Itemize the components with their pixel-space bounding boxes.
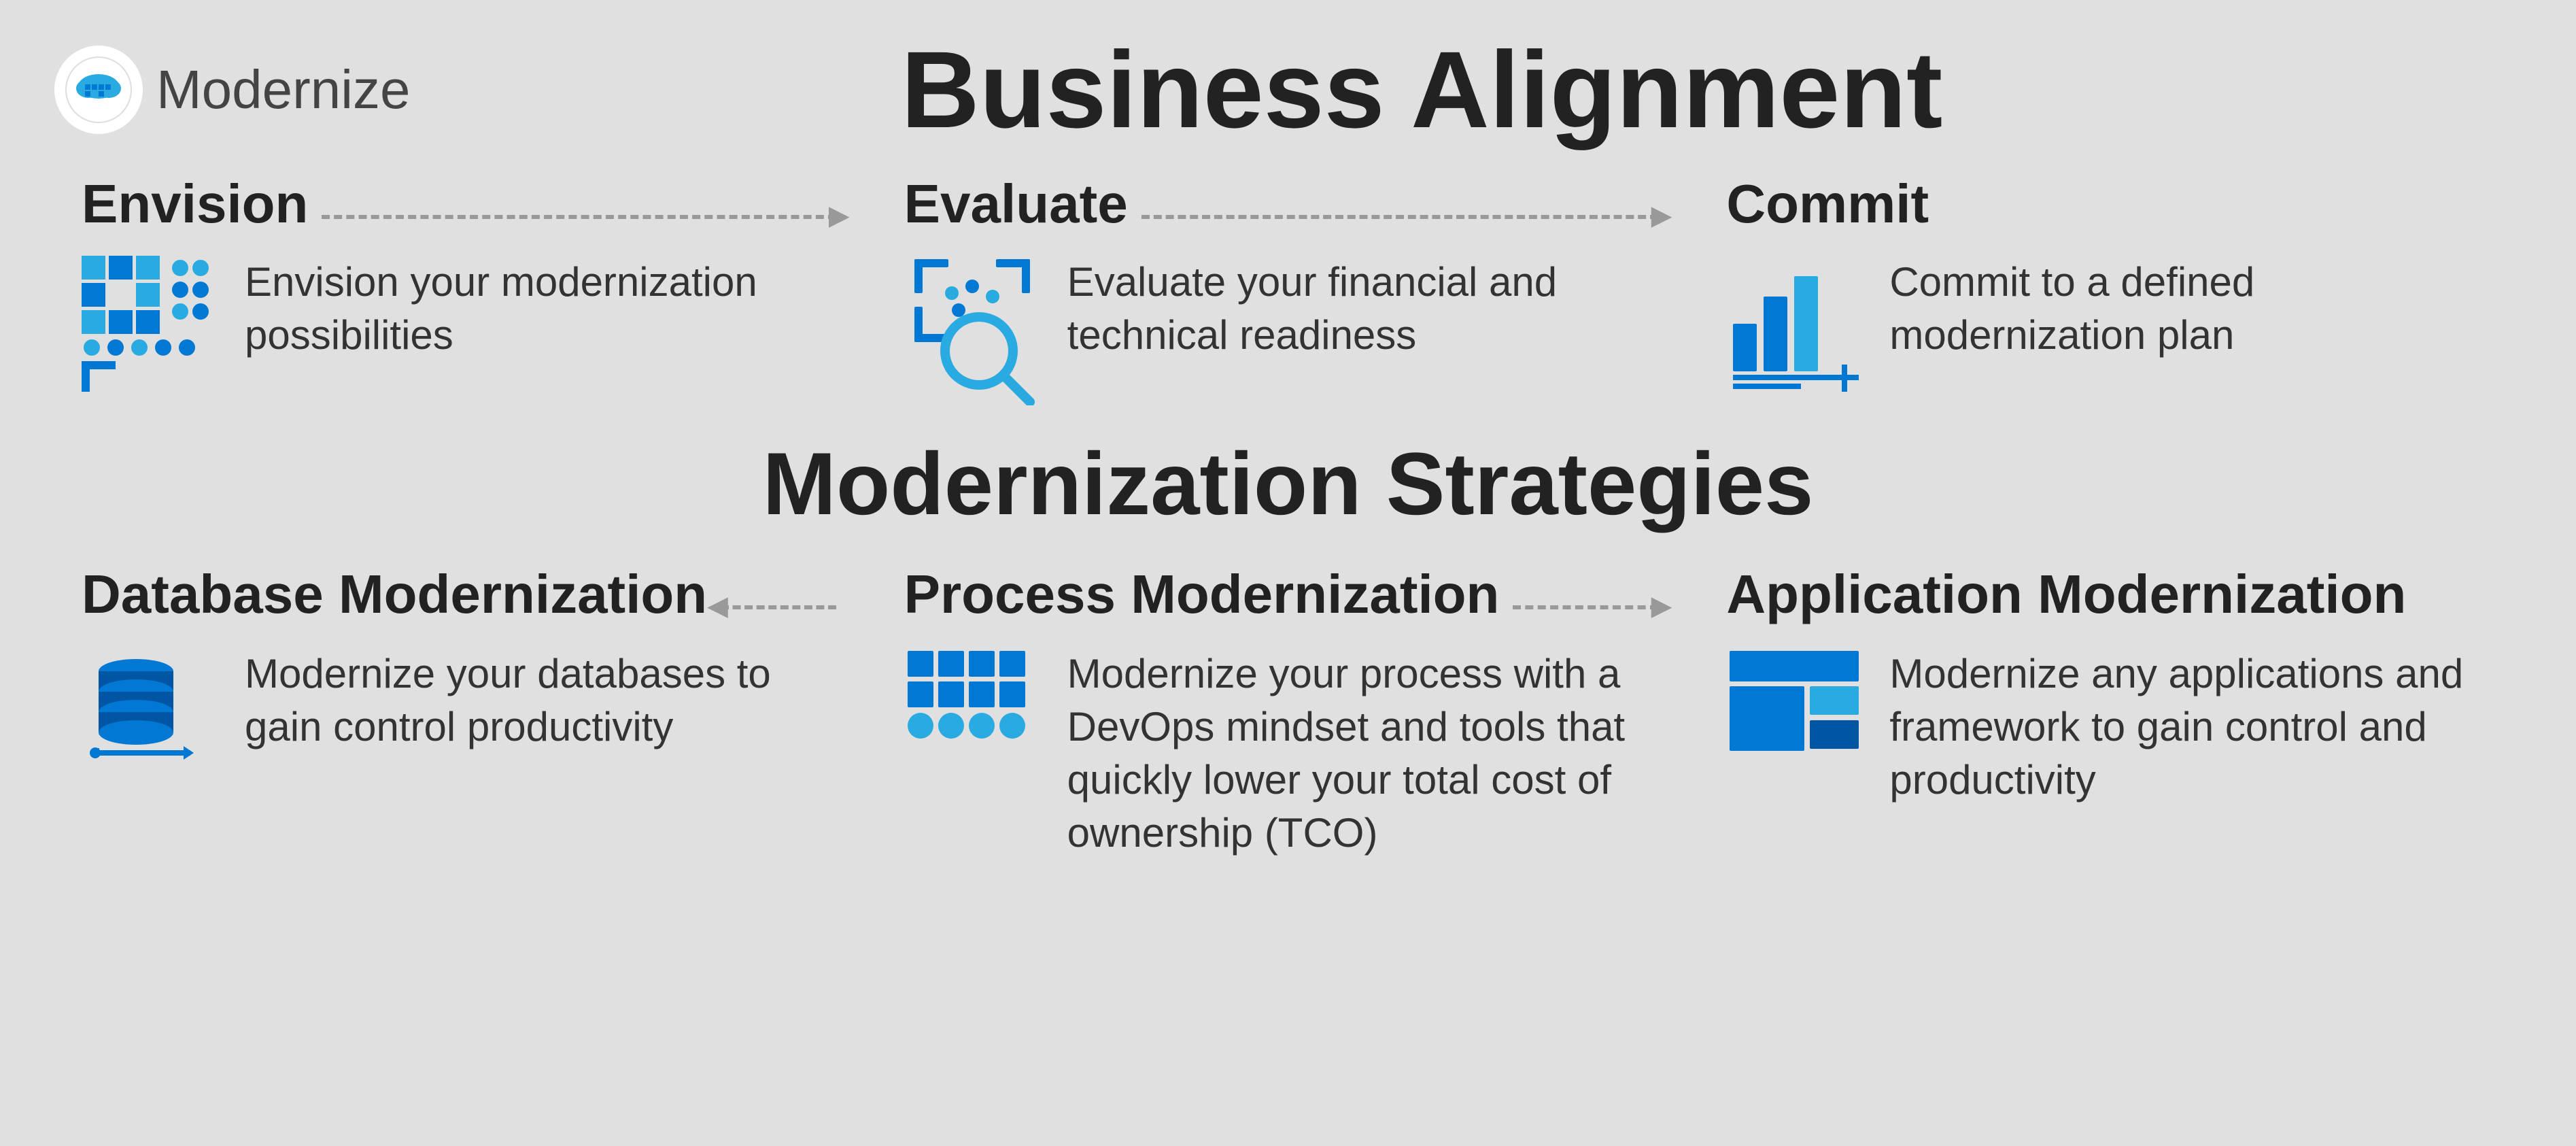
ms-steps: Database Modernization [54, 562, 2522, 860]
database-title: Database Modernization [82, 562, 707, 627]
database-icon [82, 647, 218, 770]
envision-arrow [322, 215, 836, 220]
commit-step: Commit C [1699, 173, 2522, 392]
process-icon [904, 647, 1040, 770]
process-arrow [1513, 605, 1658, 611]
business-alignment-section: Envision [54, 173, 2522, 392]
commit-icon [1726, 256, 1862, 392]
database-content: Modernize your databases to gain control… [82, 647, 850, 770]
database-header: Database Modernization [82, 562, 850, 627]
application-title: Application Modernization [1726, 562, 2406, 627]
evaluate-title: Evaluate [904, 173, 1128, 235]
process-header: Process Modernization [904, 562, 1672, 627]
database-arrow [721, 605, 836, 611]
evaluate-content: Evaluate your financial and technical re… [904, 256, 1672, 392]
logo-circle [54, 46, 143, 134]
commit-header: Commit [1726, 173, 2494, 235]
application-step: Application Modernization Modernize any … [1699, 562, 2522, 807]
process-desc: Modernize your process with a DevOps min… [1067, 647, 1672, 860]
evaluate-header: Evaluate [904, 173, 1672, 235]
process-title: Process Modernization [904, 562, 1500, 627]
commit-title: Commit [1726, 173, 1929, 235]
envision-icon [82, 256, 218, 392]
application-content: Modernize any applications and framework… [1726, 647, 2494, 807]
evaluate-desc: Evaluate your financial and technical re… [1067, 256, 1672, 362]
ba-steps: Envision [54, 173, 2522, 392]
page-title-area: Business Alignment [411, 27, 2433, 152]
database-desc: Modernize your databases to gain control… [245, 647, 850, 754]
application-desc: Modernize any applications and framework… [1889, 647, 2494, 807]
application-header: Application Modernization [1726, 562, 2494, 627]
evaluate-arrow [1141, 215, 1659, 220]
envision-desc: Envision your modernization possibilitie… [245, 256, 850, 362]
database-step: Database Modernization [54, 562, 877, 770]
commit-content: Commit to a defined modernization plan [1726, 256, 2494, 392]
header: Modernize Business Alignment [54, 27, 2522, 152]
logo-text: Modernize [156, 58, 411, 121]
envision-step: Envision [54, 173, 877, 392]
evaluate-step: Evaluate [877, 173, 1700, 392]
page-title: Business Alignment [411, 27, 2433, 152]
envision-title: Envision [82, 173, 308, 235]
process-content: Modernize your process with a DevOps min… [904, 647, 1672, 860]
logo-icon [65, 56, 133, 124]
evaluate-icon [904, 256, 1040, 392]
application-icon [1726, 647, 1862, 770]
commit-desc: Commit to a defined modernization plan [1889, 256, 2494, 362]
process-step: Process Modernization [877, 562, 1700, 860]
logo-area: Modernize [54, 46, 411, 134]
modernization-strategies-section: Modernization Strategies Database Modern… [54, 433, 2522, 860]
strategies-title: Modernization Strategies [54, 433, 2522, 535]
envision-content: Envision your modernization possibilitie… [82, 256, 850, 392]
envision-header: Envision [82, 173, 850, 235]
